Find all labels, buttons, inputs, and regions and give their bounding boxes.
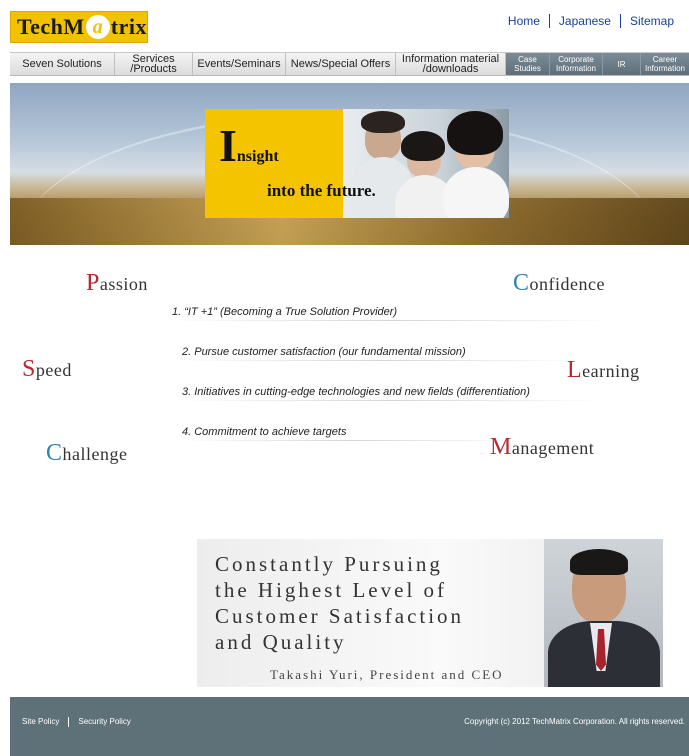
hero-insight-rest: nsight — [236, 148, 279, 165]
value-initial: M — [490, 434, 512, 460]
site-header: TechM a trix Home Japanese Sitemap — [0, 0, 689, 52]
nav-ir[interactable]: IR — [603, 53, 641, 75]
value-management: Management — [490, 434, 594, 461]
sitemap-link[interactable]: Sitemap — [619, 14, 683, 28]
logo-text-part2: trix — [110, 14, 147, 39]
policy-divider — [182, 360, 582, 361]
ceo-portrait-photo — [544, 539, 663, 687]
value-initial: C — [513, 270, 530, 296]
value-rest: assion — [99, 274, 148, 294]
policy-item-3: 3. Initiatives in cutting-edge technolog… — [182, 386, 530, 398]
main-nav: Seven Solutions Services /Products Event… — [10, 52, 689, 76]
ceo-message-line: the Highest Level of — [215, 578, 448, 602]
nav-label: /Products — [130, 63, 177, 75]
value-learning: Learning — [567, 357, 640, 384]
hero-insight-panel: Insight into the future. — [205, 109, 509, 218]
value-initial: C — [46, 440, 63, 466]
hero-people-photo — [343, 109, 509, 218]
nav-news-special-offers[interactable]: News/Special Offers — [286, 53, 396, 75]
footer-links: Site Policy Security Policy — [22, 717, 140, 727]
top-links: Home Japanese Sitemap — [499, 14, 683, 28]
security-policy-link[interactable]: Security Policy — [68, 717, 139, 727]
value-challenge: Challenge — [46, 440, 128, 467]
nav-case-studies[interactable]: Case Studies — [506, 53, 550, 75]
hero-insight-initial: I — [219, 120, 237, 171]
value-rest: peed — [35, 360, 72, 380]
value-rest: earning — [582, 361, 640, 381]
policy-item-4: 4. Commitment to achieve targets — [182, 426, 347, 438]
nav-label: Case — [518, 55, 537, 64]
ceo-message-line: Constantly Pursuing — [215, 552, 443, 576]
site-footer: Site Policy Security Policy Copyright (c… — [10, 697, 689, 756]
policy-item-2: 2. Pursue customer satisfaction (our fun… — [182, 346, 466, 358]
nav-label: Information — [555, 64, 597, 73]
value-passion: Passion — [86, 270, 148, 297]
value-initial: S — [22, 356, 36, 382]
ceo-name: Takashi Yuri, President and CEO — [270, 667, 504, 682]
japanese-link[interactable]: Japanese — [548, 14, 620, 28]
nav-label: Studies — [514, 64, 541, 73]
value-confidence: Confidence — [513, 270, 605, 297]
person-hair-1 — [361, 111, 405, 133]
logo-text-part1: TechM — [17, 14, 85, 39]
ceo-message-line: Customer Satisfaction — [215, 604, 465, 628]
nav-label: Corporate — [558, 55, 594, 64]
ceo-message-box[interactable]: Constantly Pursuing the Highest Level of… — [197, 539, 544, 687]
ceo-message: Constantly Pursuing the Highest Level of… — [215, 551, 464, 655]
value-rest: anagement — [511, 438, 595, 458]
policy-item-1: 1. “IT +1” (Becoming a True Solution Pro… — [172, 306, 398, 318]
hero-banner: Insight into the future. — [10, 83, 689, 245]
nav-information-material[interactable]: Information material /downloads — [396, 53, 506, 75]
logo-a-mark-icon: a — [85, 15, 110, 39]
hero-future-text: into the future. — [267, 181, 376, 200]
nav-label: /downloads — [422, 63, 479, 75]
hero-insight-heading: Insight — [219, 123, 279, 169]
nav-label: IR — [617, 59, 626, 69]
ceo-hair — [570, 549, 628, 575]
person-hair-2 — [401, 131, 445, 161]
copyright-text: Copyright (c) 2012 TechMatrix Corporatio… — [464, 717, 685, 726]
nav-corporate-information[interactable]: Corporate Information — [550, 53, 603, 75]
policy-divider — [182, 400, 602, 401]
home-link[interactable]: Home — [499, 14, 549, 28]
value-rest: onfidence — [529, 274, 605, 294]
nav-services-products[interactable]: Services /Products — [115, 53, 193, 75]
nav-career-information[interactable]: Career Information — [641, 53, 689, 75]
value-initial: P — [86, 270, 100, 296]
techmatrix-logo[interactable]: TechM a trix — [10, 11, 148, 43]
value-rest: hallenge — [62, 444, 128, 464]
person-hair-3 — [447, 111, 503, 155]
nav-label: Career — [652, 55, 678, 64]
nav-label: Events/Seminars — [197, 58, 281, 70]
policy-divider — [172, 320, 612, 321]
nav-events-seminars[interactable]: Events/Seminars — [193, 53, 286, 75]
nav-label: Information — [644, 64, 686, 73]
value-speed: Speed — [22, 356, 72, 383]
ceo-message-line: and Quality — [215, 630, 347, 654]
person-body-3 — [443, 167, 509, 218]
nav-label: News/Special Offers — [290, 58, 391, 70]
site-policy-link[interactable]: Site Policy — [22, 717, 68, 727]
nav-label: Seven Solutions — [22, 58, 102, 70]
nav-seven-solutions[interactable]: Seven Solutions — [10, 53, 115, 75]
policy-divider — [182, 440, 522, 441]
